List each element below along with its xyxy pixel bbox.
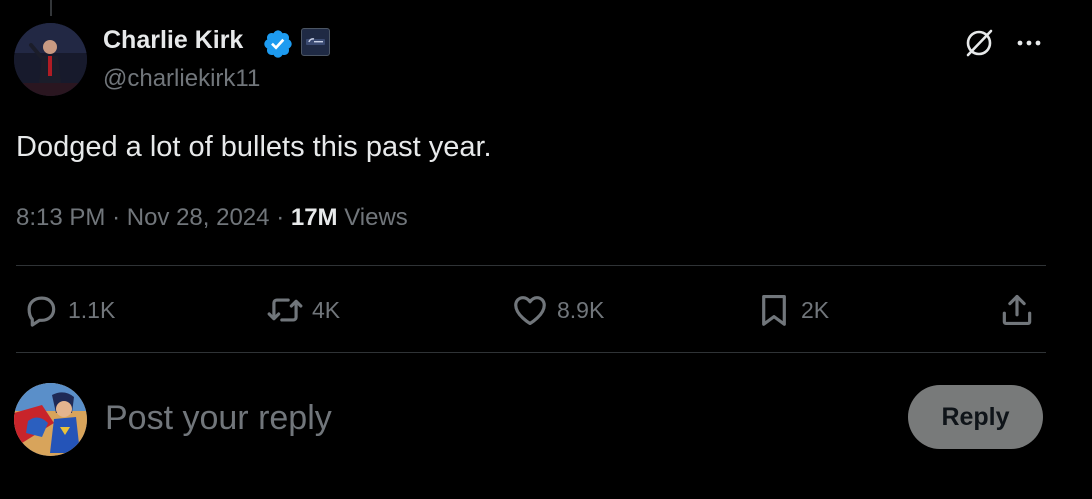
- author-name[interactable]: Charlie Kirk: [103, 26, 243, 55]
- like-count: 8.9K: [557, 296, 605, 323]
- tweet-time[interactable]: 8:13 PM: [16, 204, 105, 231]
- share-button[interactable]: [998, 290, 1036, 330]
- tweet-meta: 8:13 PM · Nov 28, 2024 · 17M Views: [16, 204, 408, 232]
- reply-count: 1.1K: [68, 296, 116, 323]
- repost-icon: [267, 298, 303, 322]
- grok-icon[interactable]: [962, 26, 996, 60]
- tweet-text: Dodged a lot of bullets this past year.: [16, 131, 492, 163]
- affiliate-logo-icon: [306, 38, 325, 45]
- verified-badge-icon[interactable]: [262, 28, 294, 60]
- meta-separator: ·: [112, 204, 121, 231]
- repost-button[interactable]: 4K: [266, 290, 340, 330]
- author-avatar[interactable]: [14, 23, 87, 96]
- user-avatar[interactable]: [14, 383, 87, 456]
- divider-top: [16, 265, 1046, 266]
- thread-line: [50, 0, 52, 16]
- bookmark-count: 2K: [801, 296, 830, 323]
- more-icon[interactable]: [1012, 30, 1046, 56]
- divider-bottom: [16, 352, 1046, 353]
- like-button[interactable]: 8.9K: [511, 290, 604, 330]
- author-avatar-image: [14, 23, 87, 96]
- views-count[interactable]: 17M: [291, 204, 338, 231]
- author-handle[interactable]: @charliekirk11: [103, 65, 260, 93]
- bookmark-button[interactable]: 2K: [755, 290, 829, 330]
- user-avatar-image: [14, 383, 87, 456]
- reply-submit-button[interactable]: Reply: [908, 385, 1043, 449]
- meta-separator: ·: [276, 204, 285, 231]
- tweet-date[interactable]: Nov 28, 2024: [127, 204, 270, 231]
- bookmark-icon: [762, 294, 786, 326]
- share-icon: [1002, 294, 1032, 326]
- reply-button[interactable]: 1.1K: [22, 290, 115, 330]
- repost-count: 4K: [312, 296, 341, 323]
- like-icon: [514, 296, 546, 326]
- reply-input[interactable]: [105, 397, 865, 439]
- affiliate-badge-icon[interactable]: [301, 28, 330, 56]
- reply-icon: [27, 296, 56, 327]
- views-label: Views: [344, 204, 408, 231]
